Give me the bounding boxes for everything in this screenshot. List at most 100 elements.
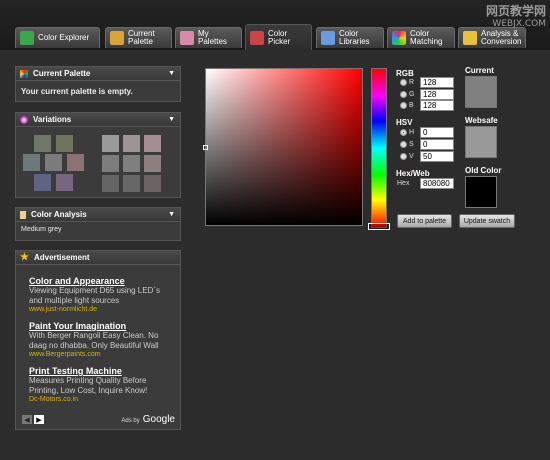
b-label: B [409, 102, 414, 109]
ad-item[interactable]: Color and Appearance Viewing Equipment D… [29, 276, 174, 313]
variation-swatch[interactable] [123, 135, 140, 152]
color-analysis-panel: Color Analysis ▼ Medium grey [15, 207, 181, 241]
v-label: V [409, 153, 414, 160]
radio-r[interactable] [400, 79, 407, 86]
my-palettes-icon [180, 31, 194, 45]
current-palette-header[interactable]: Current Palette ▼ [16, 67, 180, 81]
tab-current-palette[interactable]: Current Palette [105, 27, 172, 48]
next-arrow-icon[interactable]: ▶ [34, 415, 44, 424]
saturation-value-picker[interactable] [205, 68, 363, 226]
tab-color-picker[interactable]: Color Picker [245, 24, 312, 50]
ad-description: Viewing Equipment D65 using LED`s and mu… [29, 286, 161, 305]
panel-title: Advertisement [33, 253, 90, 262]
radio-h[interactable] [400, 129, 407, 136]
analysis-doc-icon [20, 210, 26, 219]
variations-icon [20, 115, 28, 124]
collapse-arrow-icon[interactable]: ▼ [168, 70, 175, 77]
r-input[interactable] [420, 77, 454, 88]
star-icon: ★ [20, 252, 29, 263]
radio-g[interactable] [400, 91, 407, 98]
variation-swatch[interactable] [123, 155, 140, 172]
variation-swatch[interactable] [144, 135, 161, 152]
hsv-label: HSV [396, 118, 413, 127]
variation-swatch[interactable] [102, 155, 119, 172]
watermark-title: 网页教学网 [485, 4, 546, 18]
variation-swatch[interactable] [56, 135, 73, 152]
ad-title[interactable]: Paint Your Imagination [29, 321, 174, 331]
websafe-label: Websafe [465, 116, 498, 125]
h-label: H [409, 129, 415, 136]
advertisement-panel: ★ Advertisement Color and Appearance Vie… [15, 250, 181, 430]
panel-title: Variations [33, 115, 72, 124]
hue-slider-handle[interactable] [368, 223, 390, 230]
variation-swatch[interactable] [67, 154, 84, 171]
color-picker-icon [250, 30, 264, 45]
update-swatch-button[interactable]: Update swatch [459, 214, 515, 228]
ad-nav: ◀ ▶ [22, 415, 44, 424]
picker-selector-handle[interactable] [203, 145, 208, 150]
ad-url[interactable]: www.Bergerpaints.com [29, 351, 174, 358]
radio-v[interactable] [400, 153, 407, 160]
analysis-icon [463, 31, 477, 45]
add-to-palette-button[interactable]: Add to palette [397, 214, 452, 228]
rgb-label: RGB [396, 69, 414, 78]
variation-swatch[interactable] [34, 135, 51, 152]
websafe-color-swatch[interactable] [465, 126, 497, 158]
ad-description: Measures Printing Quality Before Printin… [29, 376, 148, 395]
watermark: 网页教学网 WEBJX.COM [486, 5, 546, 31]
variation-swatch[interactable] [144, 155, 161, 172]
ads-by-label: Ads by [121, 418, 140, 424]
variation-swatch[interactable] [123, 175, 140, 192]
ads-by-google[interactable]: Ads by Google [121, 414, 175, 425]
old-color-label: Old Color [465, 166, 502, 175]
hex-input[interactable] [420, 178, 454, 189]
color-matching-icon [392, 31, 406, 45]
collapse-arrow-icon[interactable]: ▼ [168, 116, 175, 123]
variation-swatch[interactable] [23, 154, 40, 171]
variations-header[interactable]: Variations ▼ [16, 113, 180, 127]
tab-color-explorer[interactable]: Color Explorer [15, 27, 100, 48]
tab-color-matching[interactable]: Color Matching [387, 27, 455, 48]
current-palette-text: Your current palette is empty. [21, 87, 133, 96]
ad-url[interactable]: Dc-Motors.co.in [29, 396, 174, 403]
variation-swatch[interactable] [102, 135, 119, 152]
collapse-arrow-icon[interactable]: ▼ [168, 211, 175, 218]
ad-title[interactable]: Print Testing Machine [29, 366, 174, 376]
ad-description: With Berger Rangoli Easy Clean. No daag … [29, 331, 159, 350]
s-input[interactable] [420, 139, 454, 150]
hex-sub-label: Hex [397, 180, 410, 187]
variation-swatch[interactable] [102, 175, 119, 192]
ad-item[interactable]: Print Testing Machine Measures Printing … [29, 366, 174, 403]
hue-slider[interactable] [371, 68, 387, 228]
radio-s[interactable] [400, 141, 407, 148]
g-input[interactable] [420, 89, 454, 100]
h-input[interactable] [420, 127, 454, 138]
b-input[interactable] [420, 100, 454, 111]
ad-title[interactable]: Color and Appearance [29, 276, 174, 286]
radio-b[interactable] [400, 102, 407, 109]
r-label: R [409, 79, 415, 86]
palette-icon [110, 31, 124, 45]
color-libraries-icon [321, 31, 335, 45]
variation-swatch[interactable] [56, 174, 73, 191]
variations-panel: Variations ▼ [15, 112, 181, 198]
tab-my-palettes[interactable]: My Palettes [175, 27, 242, 48]
prev-arrow-icon[interactable]: ◀ [22, 415, 32, 424]
v-input[interactable] [420, 151, 454, 162]
watermark-url: WEBJX.COM [492, 19, 546, 29]
current-color-label: Current [465, 66, 494, 75]
ad-item[interactable]: Paint Your Imagination With Berger Rango… [29, 321, 174, 358]
old-color-swatch[interactable] [465, 176, 497, 208]
variation-swatch[interactable] [45, 154, 62, 171]
palette-small-icon [20, 69, 28, 78]
color-analysis-header[interactable]: Color Analysis ▼ [16, 208, 180, 222]
tab-color-libraries[interactable]: Color Libraries [316, 27, 384, 48]
tab-bar: Color Explorer Current Palette My Palett… [0, 0, 550, 50]
google-logo: Google [142, 414, 175, 425]
current-color-swatch [465, 76, 497, 108]
g-label: G [409, 91, 415, 98]
variation-swatch[interactable] [34, 174, 51, 191]
variation-swatch[interactable] [144, 175, 161, 192]
ad-url[interactable]: www.just-normlicht.de [29, 306, 174, 313]
color-analysis-text: Medium grey [21, 226, 62, 233]
